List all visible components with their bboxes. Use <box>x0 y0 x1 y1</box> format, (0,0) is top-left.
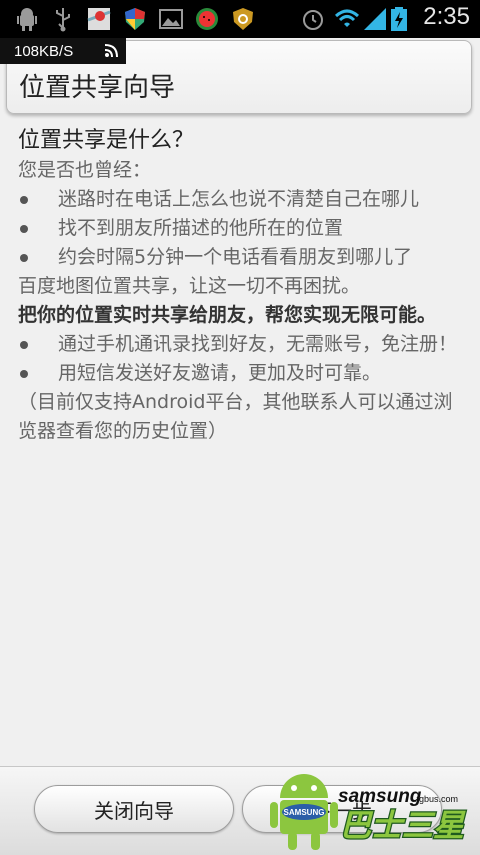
rss-icon <box>104 44 118 58</box>
security-icon <box>233 8 253 30</box>
samsung-tgbus-watermark: SAMSUNG samsung .tgbus.com 巴士三星 <box>270 774 467 850</box>
alarm-icon <box>303 10 323 30</box>
bullet-icon <box>18 243 58 272</box>
list-item-text: 用短信发送好友邀请，更加及时可靠。 <box>58 362 382 384</box>
note-text: （目前仅支持Android平台，其他联系人可以通过浏览器查看您的历史位置） <box>18 391 453 442</box>
android-debug-icon <box>17 8 37 31</box>
watermark-cn: 巴士三星 <box>340 808 466 844</box>
network-speed-text: 108KB/S <box>14 42 74 60</box>
wifi-icon <box>334 9 360 27</box>
watermark-brand: samsung <box>338 786 422 807</box>
signal-icon <box>364 8 386 30</box>
watermark-domain: .tgbus.com <box>414 794 458 804</box>
bullet-icon <box>18 185 58 214</box>
highlight-text: 把你的位置实时共享给朋友，帮您实现无限可能。 <box>18 304 437 326</box>
list-item: 找不到朋友所描述的他所在的位置 <box>18 214 464 243</box>
gallery-icon <box>159 9 183 29</box>
usb-icon <box>56 8 70 32</box>
section-heading: 位置共享是什么？ <box>18 128 195 153</box>
shield-icon <box>125 8 145 30</box>
network-speed-overlay: 108KB/S <box>0 38 126 64</box>
intro-text: 您是否也曾经： <box>18 159 152 181</box>
battery-charging-icon <box>391 7 407 31</box>
list-item: 迷路时在电话上怎么也说不清楚自己在哪儿 <box>18 185 464 214</box>
list-item: 约会时隔5分钟一个电话看看朋友到哪儿了 <box>18 243 464 272</box>
list-item-text: 约会时隔5分钟一个电话看看朋友到哪儿了 <box>58 246 413 268</box>
list-item-text: 迷路时在电话上怎么也说不清楚自己在哪儿 <box>58 188 420 210</box>
bullet-icon <box>18 359 58 388</box>
bullet-icon <box>18 214 58 243</box>
status-bar: 2:35 <box>0 0 480 38</box>
status-time: 2:35 <box>423 3 470 30</box>
list-item-text: 通过手机通讯录找到好友，无需账号，免注册！ <box>58 333 458 355</box>
maps-icon <box>87 8 111 30</box>
list-item: 通过手机通讯录找到好友，无需账号，免注册！ <box>18 330 464 359</box>
wizard-content: 位置共享是什么？ 您是否也曾经： 迷路时在电话上怎么也说不清楚自己在哪儿 找不到… <box>18 126 464 446</box>
bullet-icon <box>18 330 58 359</box>
list-item: 用短信发送好友邀请，更加及时可靠。 <box>18 359 464 388</box>
robot-label: SAMSUNG <box>284 808 325 817</box>
summary-text: 百度地图位置共享，让这一切不再困扰。 <box>18 275 361 297</box>
page-title: 位置共享向导 <box>19 73 176 103</box>
list-item-text: 找不到朋友所描述的他所在的位置 <box>58 217 344 239</box>
watermelon-icon <box>196 8 218 30</box>
close-wizard-button[interactable]: 关闭向导 <box>34 785 234 833</box>
